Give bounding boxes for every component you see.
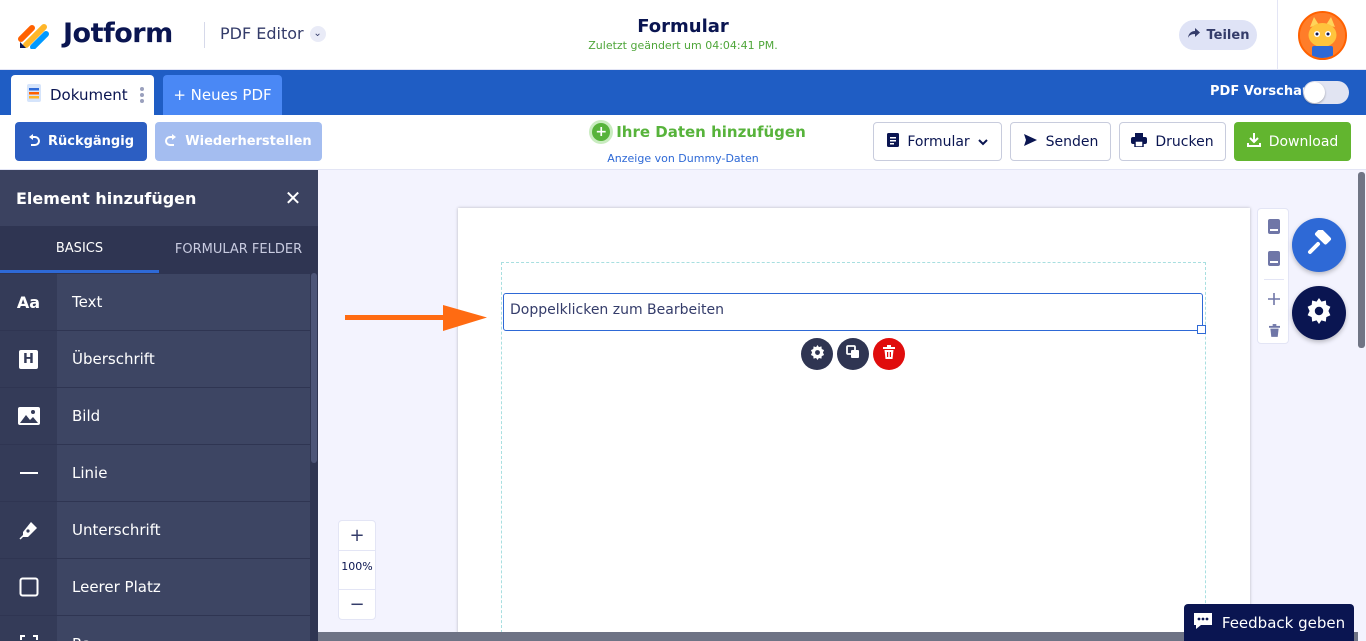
zoom-level: 100% [341,560,373,573]
paint-roller-icon [1306,228,1332,260]
form-settings-button[interactable] [1292,286,1346,340]
element-label: Unterschrift [72,521,161,539]
send-label: Senden [1045,133,1099,150]
tab-dokument-label: Dokument [50,86,128,104]
panel-title: Element hinzufügen [16,189,197,208]
pen-icon [0,502,57,558]
element-line[interactable]: Linie [0,444,310,501]
scrollbar-thumb[interactable] [311,273,317,463]
page-toolbar-divider [1264,279,1284,280]
tab-dokument[interactable]: Dokument [11,75,154,115]
add-page-icon[interactable] [1258,285,1290,313]
form-dropdown-label: Formular [907,133,970,150]
avatar-cat-icon [1300,13,1345,58]
share-arrow-icon [1187,27,1201,43]
frame-icon [0,616,57,641]
chevron-down-icon [977,134,988,150]
element-label: Text [72,293,103,311]
tab-basics[interactable]: BASICS [0,226,159,273]
page-toolbar [1257,208,1289,344]
text-element[interactable]: Doppelklicken zum Bearbeiten [503,293,1203,331]
add-element-panel: Element hinzufügen ✕ BASICS FORMULAR FEL… [0,170,318,641]
product-switcher[interactable]: PDF Editor ⌄ [220,24,326,43]
redo-label: Wiederherstellen [185,134,312,149]
print-button[interactable]: Drucken [1119,122,1226,161]
square-icon [0,559,57,615]
avatar[interactable] [1298,11,1347,60]
zoom-control: + 100% − [338,520,376,620]
zoom-out-button[interactable]: − [339,589,375,619]
feedback-button[interactable]: Feedback geben [1184,604,1354,641]
delete-button[interactable] [873,338,905,370]
download-icon [1246,132,1261,151]
tab-formular-felder[interactable]: FORMULAR FELDER [159,226,318,273]
product-name: PDF Editor [220,24,304,43]
orange-arrow-annotation [345,304,487,336]
panel-tabs: BASICS FORMULAR FELDER [0,226,318,273]
feedback-label: Feedback geben [1221,613,1346,632]
download-label: Download [1268,133,1339,150]
feedback-icon [1193,612,1213,634]
undo-icon [28,133,40,151]
element-image[interactable]: Bild [0,387,310,444]
element-label: Bild [72,407,101,425]
canvas-vertical-scrollbar[interactable] [1357,170,1366,632]
chevron-down-icon: ⌄ [309,25,326,42]
jotform-logo[interactable]: Jotform [18,17,173,50]
scrollbar-thumb[interactable] [1358,172,1365,348]
header-divider [1277,0,1278,70]
delete-page-icon[interactable] [1258,316,1290,344]
redo-icon [165,133,177,151]
element-label: Überschrift [72,350,155,368]
resize-handle[interactable] [1197,325,1206,334]
image-icon [0,388,57,444]
print-label: Drucken [1155,133,1214,150]
printer-icon [1131,132,1148,151]
element-label: Linie [72,464,108,482]
more-vertical-icon[interactable] [140,87,144,105]
element-label: Leerer Platz [72,578,161,596]
logo-divider [204,22,205,48]
toggle-knob [1304,82,1325,103]
element-frame[interactable]: Ra [0,615,310,641]
form-icon [887,132,900,151]
duplicate-button[interactable] [837,338,869,370]
heading-icon-glyph: H [19,349,38,369]
element-text[interactable]: Aa Text [0,273,310,330]
heading-icon: H [0,331,57,387]
element-settings-button[interactable] [801,338,833,370]
pdf-preview-toggle[interactable] [1303,81,1349,104]
brand-name: Jotform [63,17,173,49]
share-button[interactable]: Teilen [1179,20,1257,50]
download-button[interactable]: Download [1234,122,1351,161]
send-icon [1023,133,1038,151]
gear-icon [1306,298,1332,328]
element-list: Aa Text H Überschrift Bild Linie Untersc… [0,273,310,641]
jotform-logo-icon [18,17,50,50]
send-button[interactable]: Senden [1010,122,1111,161]
undo-label: Rückgängig [47,134,135,149]
new-pdf-tab[interactable]: + Neues PDF [163,75,282,115]
panel-header: Element hinzufügen ✕ [0,170,318,226]
text-aa-icon: Aa [0,274,57,330]
form-dropdown[interactable]: Formular [873,122,1002,161]
line-icon [0,445,57,501]
close-icon[interactable]: ✕ [283,186,303,210]
gear-icon [810,344,825,364]
page-2-thumbnail-icon[interactable] [1258,244,1290,272]
element-signature[interactable]: Unterschrift [0,501,310,558]
trash-icon [883,345,895,363]
panel-scrollbar[interactable] [310,273,318,641]
document-icon [27,84,41,106]
element-heading[interactable]: H Überschrift [0,330,310,387]
pdf-preview-label: PDF Vorschau [1210,84,1312,99]
share-label: Teilen [1206,27,1250,43]
element-label: Ra [72,635,91,641]
page-1-thumbnail-icon[interactable] [1258,212,1290,240]
element-empty-space[interactable]: Leerer Platz [0,558,310,615]
copy-icon [846,345,860,363]
design-paint-roller-button[interactable] [1292,218,1346,272]
zoom-in-button[interactable]: + [339,521,375,551]
